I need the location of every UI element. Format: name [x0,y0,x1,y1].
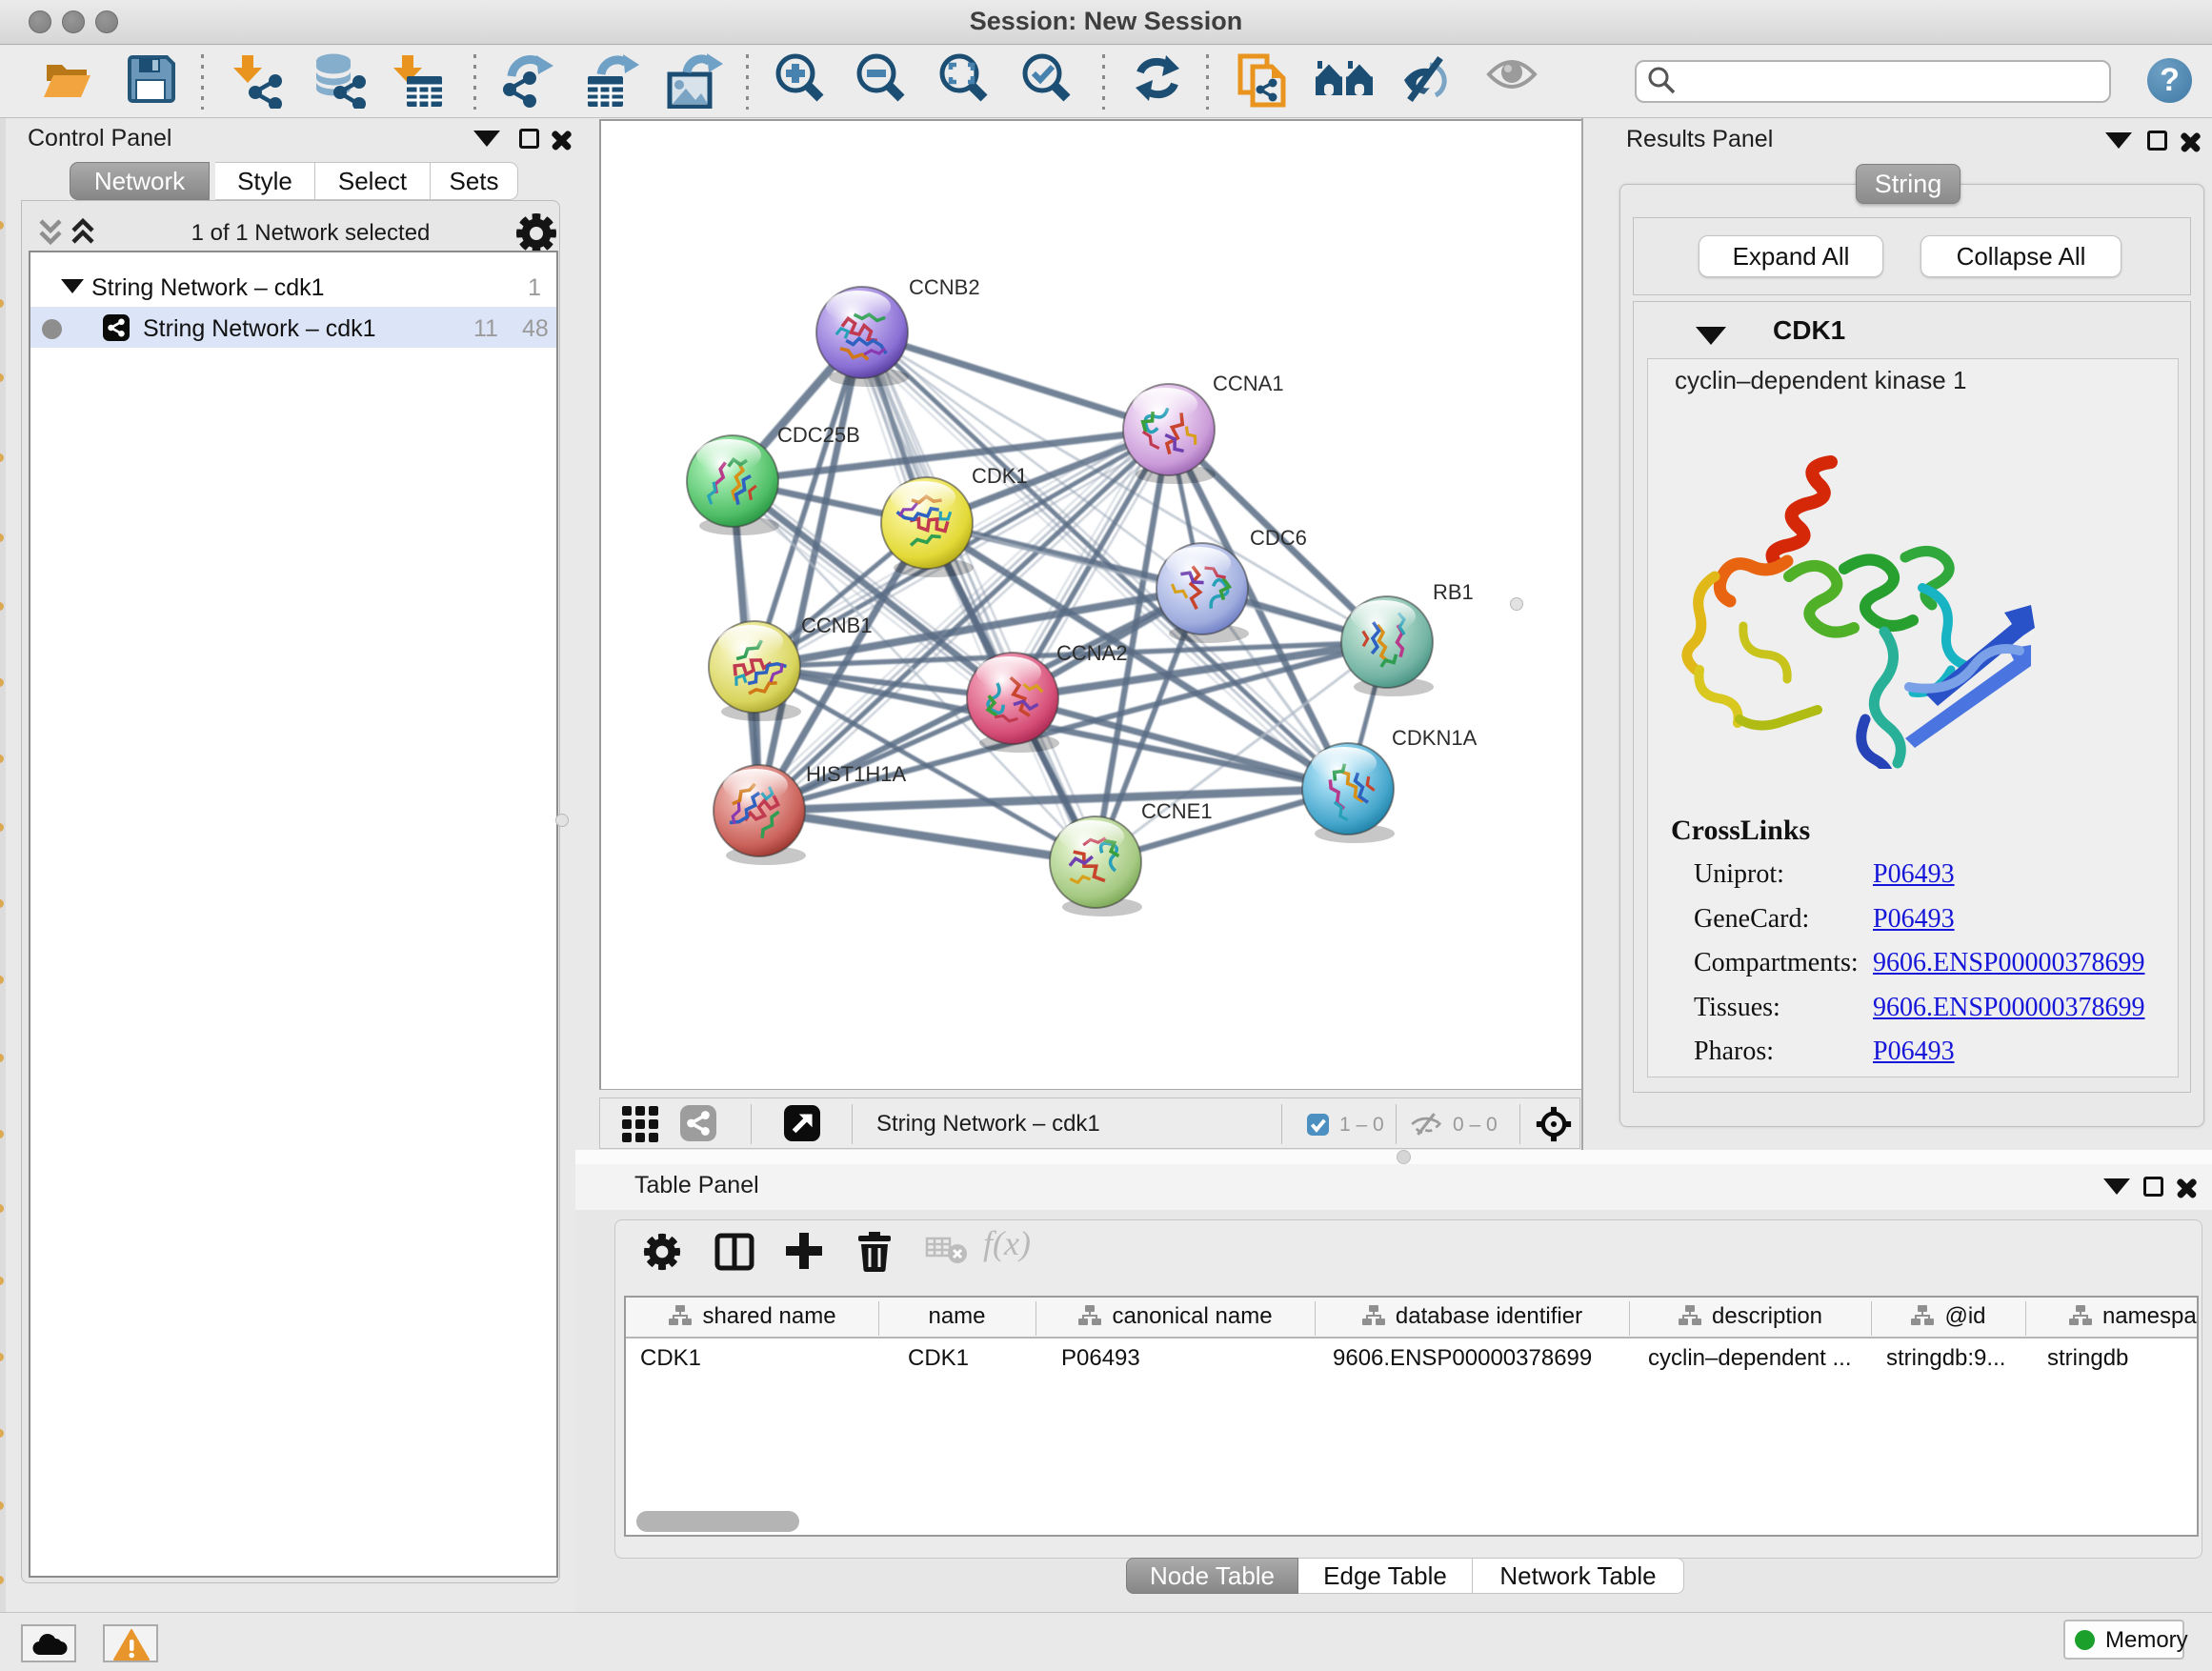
svg-text:CDC25B: CDC25B [777,423,860,447]
svg-text:CDKN1A: CDKN1A [1392,726,1478,750]
svg-text:CCNE1: CCNE1 [1141,799,1213,823]
svg-text:CDC6: CDC6 [1250,526,1307,550]
svg-text:CCNA2: CCNA2 [1056,641,1128,665]
svg-text:HIST1H1A: HIST1H1A [806,762,906,786]
svg-text:CCNB2: CCNB2 [909,275,980,299]
svg-text:CCNA1: CCNA1 [1213,372,1284,395]
svg-text:CDK1: CDK1 [972,464,1028,488]
svg-text:CCNB1: CCNB1 [801,614,873,637]
svg-text:RB1: RB1 [1433,580,1474,604]
